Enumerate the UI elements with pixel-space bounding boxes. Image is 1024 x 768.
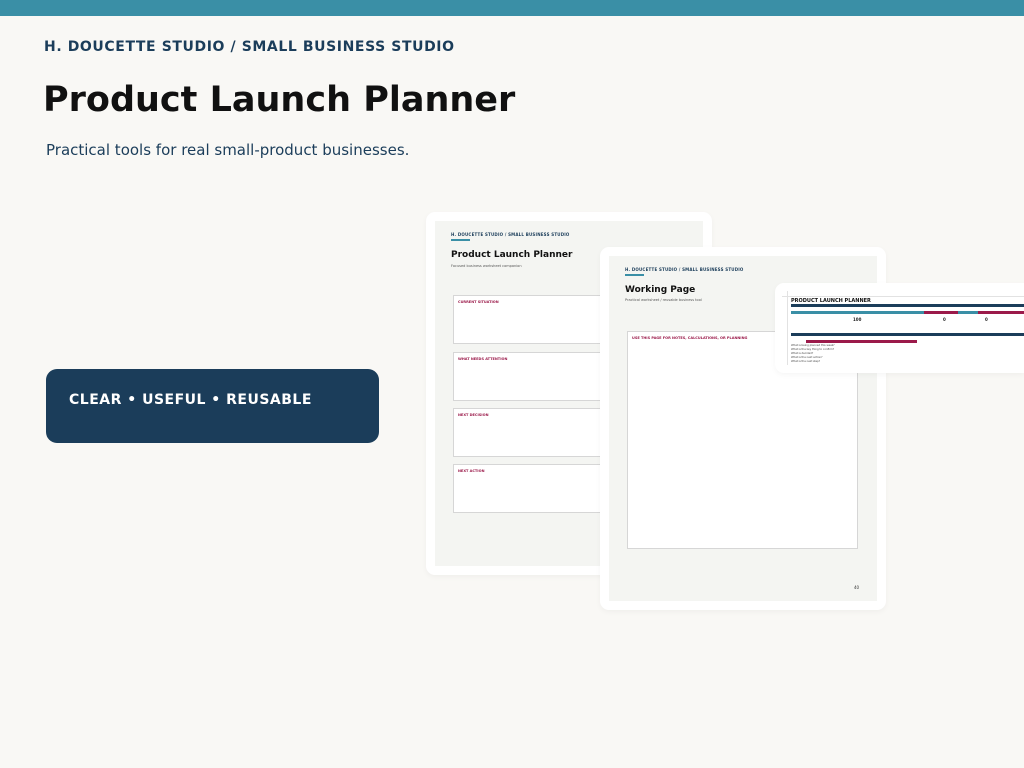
preview-page-number: 40 xyxy=(854,585,860,590)
brand-label: H. DOUCETTE STUDIO / SMALL BUSINESS STUD… xyxy=(44,39,455,55)
preview-section-label: WHAT NEEDS ATTENTION xyxy=(458,357,508,361)
spreadsheet-row-text: What is decided? xyxy=(791,352,814,355)
spreadsheet-row-text: What is being planned this week? xyxy=(791,344,835,347)
preview-main-brand: H. DOUCETTE STUDIO / SMALL BUSINESS STUD… xyxy=(451,232,570,237)
spreadsheet-crimson-bar xyxy=(978,311,1024,314)
spreadsheet-crimson-bar xyxy=(806,340,917,343)
preview-working-brand: H. DOUCETTE STUDIO / SMALL BUSINESS STUD… xyxy=(625,267,744,272)
page-subtitle: Practical tools for real small-product b… xyxy=(46,141,410,159)
spreadsheet-grid: PRODUCT LAUNCH PLANNER 100 0 0 What is b… xyxy=(782,291,1024,365)
preview-working-rule xyxy=(625,274,644,276)
tagline-badge: CLEAR • USEFUL • REUSABLE xyxy=(46,369,379,443)
spreadsheet-header-bar xyxy=(791,333,1024,336)
spreadsheet-row-text: What is the next action? xyxy=(791,356,823,359)
spreadsheet-value: 0 xyxy=(985,317,988,322)
preview-working-subtitle: Practical worksheet / reusable business … xyxy=(625,298,702,302)
spreadsheet-row-text: What is the next step? xyxy=(791,360,821,363)
preview-section-label: NEXT ACTION xyxy=(458,469,485,473)
top-accent-bar xyxy=(0,0,1024,16)
spreadsheet-value: 100 xyxy=(853,317,862,322)
preview-section-label: NEXT DECISION xyxy=(458,413,489,417)
preview-spreadsheet: PRODUCT LAUNCH PLANNER 100 0 0 What is b… xyxy=(775,283,1024,373)
spreadsheet-row-text: What is the key thing to confirm? xyxy=(791,348,835,351)
page-title: Product Launch Planner xyxy=(43,80,516,120)
preview-main-subtitle: Focused business worksheet companion xyxy=(451,264,522,268)
spreadsheet-teal-bar xyxy=(958,311,978,314)
spreadsheet-column-header xyxy=(782,291,1024,297)
spreadsheet-row-header xyxy=(782,291,788,365)
preview-main-title: Product Launch Planner xyxy=(451,250,573,260)
preview-main-rule xyxy=(451,239,470,241)
spreadsheet-teal-bar xyxy=(791,311,924,314)
preview-working-title: Working Page xyxy=(625,285,696,295)
spreadsheet-value: 0 xyxy=(943,317,946,322)
spreadsheet-header-bar xyxy=(791,304,1024,307)
preview-notes-label: USE THIS PAGE FOR NOTES, CALCULATIONS, O… xyxy=(632,336,748,340)
tagline-text: CLEAR • USEFUL • REUSABLE xyxy=(69,392,312,408)
preview-section-label: CURRENT SITUATION xyxy=(458,300,499,304)
spreadsheet-crimson-bar xyxy=(924,311,958,314)
